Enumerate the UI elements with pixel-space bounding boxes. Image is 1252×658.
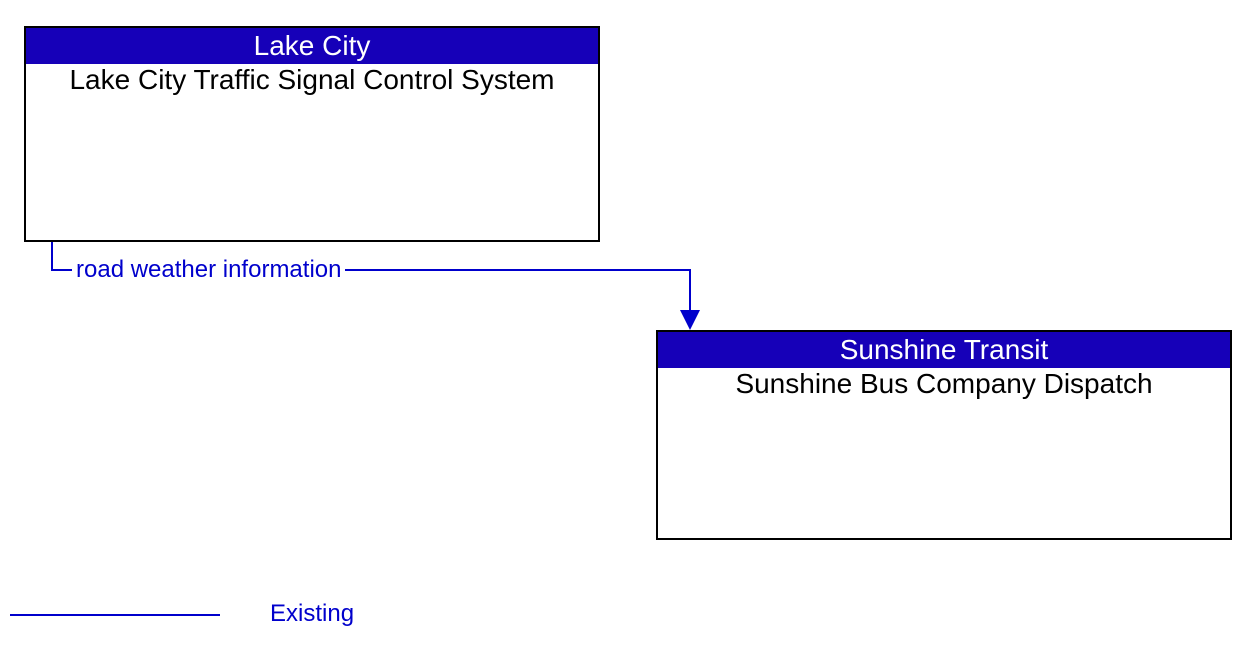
legend-label-existing: Existing (270, 600, 354, 628)
entity-target-box: Sunshine Transit Sunshine Bus Company Di… (656, 330, 1232, 540)
legend-line-existing (10, 614, 220, 616)
entity-source-box: Lake City Lake City Traffic Signal Contr… (24, 26, 600, 242)
entity-source-header: Lake City (26, 28, 598, 64)
entity-source-body: Lake City Traffic Signal Control System (26, 64, 598, 96)
entity-target-body: Sunshine Bus Company Dispatch (658, 368, 1230, 400)
flow-label: road weather information (72, 256, 345, 284)
entity-target-header: Sunshine Transit (658, 332, 1230, 368)
